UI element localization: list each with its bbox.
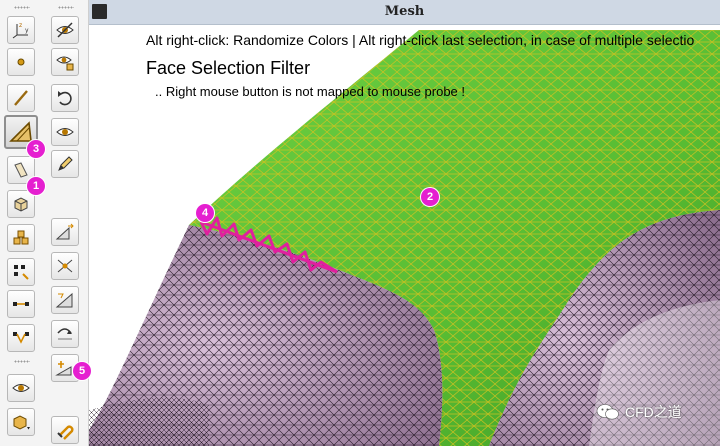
surface-icon [14, 162, 28, 178]
callout-marker: 1 [27, 177, 45, 195]
cube-options-tool[interactable] [7, 408, 35, 436]
view-tool[interactable] [51, 118, 79, 146]
edit-tool[interactable] [51, 150, 79, 178]
reshape-icon [57, 328, 72, 340]
eye-slash-icon [56, 22, 74, 38]
axes-icon: zy [12, 22, 29, 39]
selection-filter-title: Face Selection Filter [146, 58, 311, 78]
show-only-tool[interactable] [51, 48, 79, 76]
mouse-hint-text: Alt right-click: Randomize Colors | Alt … [146, 32, 695, 48]
magnet-tool[interactable] [51, 416, 79, 444]
multi-cube-icon [13, 230, 29, 245]
window-title-bar[interactable]: Mesh [89, 0, 720, 25]
view-options-tool[interactable] [7, 374, 35, 402]
wechat-icon [596, 404, 619, 420]
toolbar-grip[interactable] [58, 6, 74, 9]
callout-marker: 5 [73, 362, 91, 380]
csys-axes-tool[interactable]: zy [7, 16, 35, 44]
left-toolbar: zy [0, 0, 45, 446]
edge-split-icon [13, 302, 29, 306]
pencil-icon [58, 156, 73, 171]
edge-split-tool[interactable] [7, 290, 35, 318]
toolbar-grip[interactable] [14, 6, 30, 9]
select-parts-tool[interactable] [7, 224, 35, 252]
probe-note-text: .. Right mouse button is not mapped to m… [155, 84, 466, 99]
edge-merge-icon [13, 332, 29, 344]
magnet-icon [57, 425, 74, 440]
swap-edge-tool[interactable] [51, 286, 79, 314]
edge-icon [14, 90, 28, 106]
eye-box-icon [56, 56, 74, 71]
toolbar-grip[interactable] [14, 360, 30, 363]
callout-marker: 4 [196, 204, 214, 222]
move-node-icon [55, 361, 72, 376]
cube-dropdown-icon [13, 415, 30, 430]
split-face-tool[interactable] [51, 218, 79, 246]
mesh-viewport[interactable]: Alt right-click: Randomize Colors | Alt … [89, 0, 720, 446]
svg-text:y: y [25, 27, 29, 34]
split-face-icon [55, 223, 74, 240]
reshape-tool[interactable] [51, 320, 79, 348]
collapse-tool[interactable] [51, 252, 79, 280]
swap-edge-icon [55, 292, 73, 308]
window-title: Mesh [384, 4, 425, 19]
nodes-icon [14, 265, 29, 280]
callout-marker: 3 [27, 140, 45, 158]
collapse-icon [57, 259, 73, 273]
select-point-tool[interactable] [7, 48, 35, 76]
undo-icon [58, 91, 72, 106]
node-operations-tool[interactable] [7, 258, 35, 286]
cube-icon [14, 197, 28, 212]
undo-tool[interactable] [51, 84, 79, 112]
select-volume-tool[interactable] [7, 190, 35, 218]
eye-icon [12, 384, 30, 392]
watermark-text: CFD之道 [625, 404, 682, 420]
svg-text:z: z [19, 22, 22, 29]
callout-marker: 2 [421, 188, 439, 206]
eye-icon [56, 128, 74, 136]
watermark: CFD之道 [596, 402, 682, 422]
edge-merge-tool[interactable] [7, 324, 35, 352]
point-icon [17, 58, 25, 66]
select-edge-tool[interactable] [7, 84, 35, 112]
visibility-tool[interactable] [51, 16, 79, 44]
